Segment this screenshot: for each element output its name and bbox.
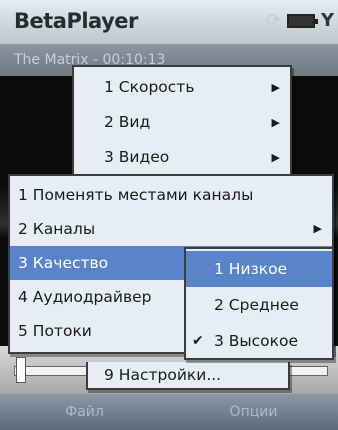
- menu-item-channels[interactable]: 2 Каналы ▶: [10, 212, 332, 246]
- menu-item-swap-channels[interactable]: 1 Поменять местами каналы: [10, 178, 332, 212]
- softkey-file[interactable]: Файл: [0, 394, 169, 430]
- battery-icon[interactable]: [286, 13, 318, 28]
- menu-item-quality-medium[interactable]: 2 Среднее: [186, 287, 332, 323]
- options-menu-top: 1 Скорость ▶ 2 Вид ▶ 3 Видео ▶: [72, 65, 292, 177]
- menu-item-quality-low[interactable]: 1 Низкое: [186, 251, 332, 287]
- menu-item-label: 3 Видео: [104, 148, 170, 166]
- menu-item-speed[interactable]: 1 Скорость ▶: [74, 70, 290, 105]
- submenu-arrow-icon: ▶: [313, 222, 322, 235]
- menu-item-quality-high[interactable]: ✔ 3 Высокое: [186, 323, 332, 359]
- title-bar: BetaPlayer ⟳ Y: [0, 0, 338, 45]
- screen: BetaPlayer ⟳ Y The Matrix - 00:10:13 Фай…: [0, 0, 338, 430]
- menu-item-label: 1 Скорость: [104, 78, 195, 96]
- softkey-bar: Файл Опции: [0, 394, 338, 430]
- status-icons: ⟳ Y: [266, 10, 334, 31]
- menu-item-label: 2 Среднее: [214, 296, 299, 314]
- menu-item-label: 3 Качество: [18, 254, 109, 272]
- menu-item-view[interactable]: 2 Вид ▶: [74, 105, 290, 140]
- softkey-options[interactable]: Опции: [169, 394, 338, 430]
- sync-icon[interactable]: ⟳: [266, 10, 281, 31]
- menu-item-label: 2 Вид: [104, 113, 151, 131]
- app-title: BetaPlayer: [14, 9, 138, 33]
- signal-icon[interactable]: Y: [321, 10, 334, 31]
- menu-item-label: 3 Высокое: [214, 332, 299, 350]
- menu-item-video[interactable]: 3 Видео ▶: [74, 140, 290, 175]
- options-menu-bottom: 9 Настройки...: [86, 362, 290, 390]
- menu-item-label: 4 Аудиодрайвер: [18, 288, 152, 306]
- menu-item-label: 9 Настройки...: [104, 366, 222, 384]
- menu-item-label: 1 Низкое: [214, 260, 288, 278]
- menu-item-label: 5 Потоки: [18, 322, 92, 340]
- quality-submenu: 1 Низкое 2 Среднее ✔ 3 Высокое: [184, 247, 334, 360]
- seek-thumb[interactable]: [16, 357, 26, 383]
- menu-item-settings[interactable]: 9 Настройки...: [88, 362, 288, 388]
- submenu-arrow-icon: ▶: [271, 151, 280, 164]
- check-icon: ✔: [192, 333, 204, 349]
- submenu-arrow-icon: ▶: [271, 81, 280, 94]
- menu-item-label: 2 Каналы: [18, 220, 96, 238]
- submenu-arrow-icon: ▶: [271, 116, 280, 129]
- menu-item-label: 1 Поменять местами каналы: [18, 186, 254, 204]
